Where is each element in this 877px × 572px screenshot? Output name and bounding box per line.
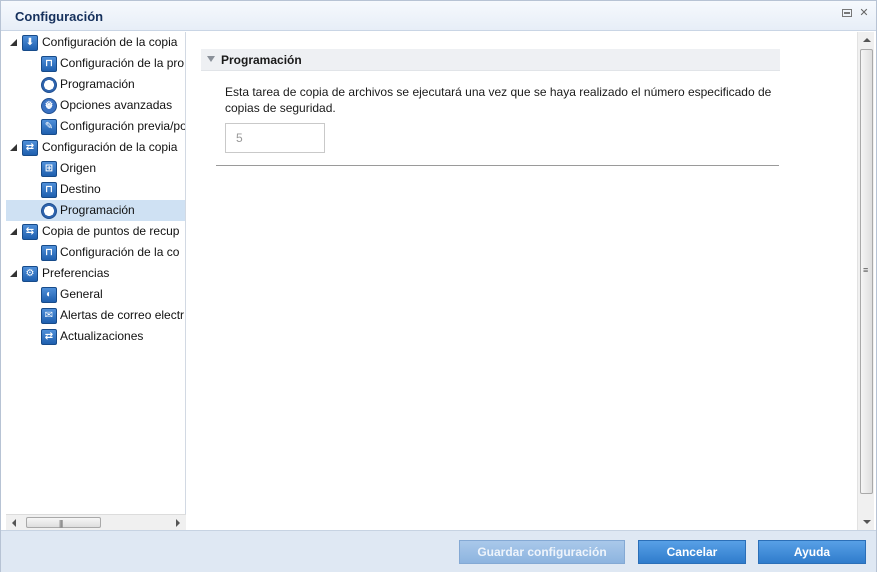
- scroll-right-arrow-icon[interactable]: [176, 519, 180, 527]
- source-network-icon: ⊞: [41, 161, 57, 177]
- expand-triangle-icon[interactable]: [10, 228, 17, 235]
- tree-item[interactable]: Programación: [6, 74, 185, 95]
- tree-item[interactable]: ⚙ Opciones avanzadas: [6, 95, 185, 116]
- copy-settings-icon: ⊓: [41, 245, 57, 261]
- schedule-description: Esta tarea de copia de archivos se ejecu…: [225, 85, 772, 115]
- icon-glyph: ⇆: [25, 226, 35, 237]
- tree-item[interactable]: ✉ Alertas de correo electr: [6, 305, 185, 326]
- tree-item-label: Actualizaciones: [60, 329, 144, 343]
- content-vertical-scrollbar[interactable]: ≡: [857, 32, 874, 530]
- tree-item[interactable]: ◐ General: [6, 284, 185, 305]
- tree-item-label: Programación: [60, 203, 135, 217]
- close-button[interactable]: ✕: [858, 7, 870, 19]
- tree-item[interactable]: ✎ Configuración previa/po: [6, 116, 186, 137]
- tree-item[interactable]: ⇄ Configuración de la copia: [6, 137, 185, 158]
- icon-glyph: ⊓: [45, 184, 53, 195]
- tree-item-label: Alertas de correo electr: [60, 308, 185, 322]
- title-bar: Configuración ✕: [1, 1, 876, 31]
- icon-glyph: ◐: [45, 289, 53, 300]
- destination-icon: ⊓: [41, 182, 57, 198]
- tree-item[interactable]: ⇆ Copia de puntos de recup: [6, 221, 185, 242]
- section-divider: [216, 165, 779, 166]
- tree-item[interactable]: ⊞ Origen: [6, 158, 185, 179]
- footer-bar: Guardar configuración Cancelar Ayuda: [1, 530, 876, 572]
- tree-item-label: Origen: [60, 161, 97, 175]
- expand-triangle-icon[interactable]: [10, 144, 17, 151]
- tree-item[interactable]: ⚙ Preferencias: [6, 263, 185, 284]
- tree-item-label: Configuración de la pro: [60, 56, 185, 70]
- tree-item-label: Programación: [60, 77, 135, 91]
- tree-item-label: Destino: [60, 182, 101, 196]
- section-header[interactable]: Programación: [201, 49, 780, 71]
- tree-item-label: Configuración de la copia: [42, 35, 178, 49]
- content-panel: Programación Esta tarea de copia de arch…: [187, 32, 858, 530]
- tree-item[interactable]: ⇄ Actualizaciones: [6, 326, 185, 347]
- tree-item-label: Configuración previa/po: [60, 119, 186, 133]
- window-title: Configuración: [15, 9, 104, 24]
- icon-glyph: ⚙: [25, 268, 35, 279]
- advanced-gears-icon: ⚙: [41, 98, 57, 114]
- tree-item-label: Configuración de la co: [60, 245, 180, 259]
- icon-glyph: ✎: [44, 121, 54, 132]
- expand-triangle-icon[interactable]: [10, 270, 17, 277]
- grip-icon: ≡: [863, 265, 869, 275]
- save-settings-button[interactable]: Guardar configuración: [459, 540, 625, 564]
- maximize-icon: [842, 9, 852, 17]
- tree-item-label: Copia de puntos de recup: [42, 224, 180, 238]
- scroll-down-arrow-icon[interactable]: [863, 520, 871, 524]
- cancel-button[interactable]: Cancelar: [638, 540, 746, 564]
- icon-glyph: ⊓: [45, 58, 53, 69]
- horizontal-scroll-thumb[interactable]: |||: [26, 517, 101, 528]
- tree-item-label: Preferencias: [42, 266, 110, 280]
- globe-icon: ◐: [41, 287, 57, 303]
- icon-glyph: ⬇: [25, 37, 35, 48]
- help-button[interactable]: Ayuda: [758, 540, 866, 564]
- wrench-icon: ✎: [41, 119, 57, 135]
- preferences-icon: ⚙: [22, 266, 38, 282]
- tree-item[interactable]: ⊓ Configuración de la co: [6, 242, 185, 263]
- icon-glyph: ⇄: [44, 331, 54, 342]
- collapse-triangle-icon[interactable]: [207, 56, 215, 62]
- settings-tree: ⬇ Configuración de la copia ⊓ Configuración…: [6, 32, 186, 530]
- file-copy-settings-icon: ⇄: [22, 140, 38, 156]
- recovery-point-copy-icon: ⇆: [22, 224, 38, 240]
- backup-count-input[interactable]: [225, 123, 325, 153]
- tree-item[interactable]: ⊓ Configuración de la pro: [6, 53, 185, 74]
- email-icon: ✉: [41, 308, 57, 324]
- maximize-button[interactable]: [842, 7, 854, 19]
- backup-settings-icon: ⬇: [22, 35, 38, 51]
- tree-item-label: General: [60, 287, 103, 301]
- tree-item[interactable]: ⊓ Destino: [6, 179, 185, 200]
- configuration-window: Configuración ✕ ⬇ Configuración de la cop…: [0, 0, 877, 572]
- grip-icon: |||: [59, 519, 63, 528]
- schedule-clock-icon: [41, 203, 57, 219]
- close-icon: ✕: [859, 7, 869, 19]
- tree-horizontal-scrollbar[interactable]: |||: [6, 514, 186, 530]
- tree-item-label: Opciones avanzadas: [60, 98, 173, 112]
- window-controls: ✕: [842, 7, 870, 19]
- schedule-clock-icon: [41, 77, 57, 93]
- icon-glyph: ✉: [44, 310, 54, 321]
- icon-glyph: ⇄: [25, 142, 35, 153]
- vertical-scroll-thumb[interactable]: ≡: [860, 49, 873, 494]
- expand-triangle-icon[interactable]: [10, 39, 17, 46]
- scroll-up-arrow-icon[interactable]: [863, 38, 871, 42]
- tree-item[interactable]: ⬇ Configuración de la copia: [6, 32, 185, 53]
- tree-item[interactable]: Programación: [6, 200, 185, 221]
- updates-arrows-icon: ⇄: [41, 329, 57, 345]
- icon-glyph: ⚙: [44, 100, 54, 111]
- icon-glyph: ⊞: [44, 163, 54, 174]
- tree-item-label: Configuración de la copia: [42, 140, 178, 154]
- icon-glyph: ⊓: [45, 247, 53, 258]
- section-title: Programación: [221, 53, 302, 67]
- protection-settings-icon: ⊓: [41, 56, 57, 72]
- scroll-left-arrow-icon[interactable]: [12, 519, 16, 527]
